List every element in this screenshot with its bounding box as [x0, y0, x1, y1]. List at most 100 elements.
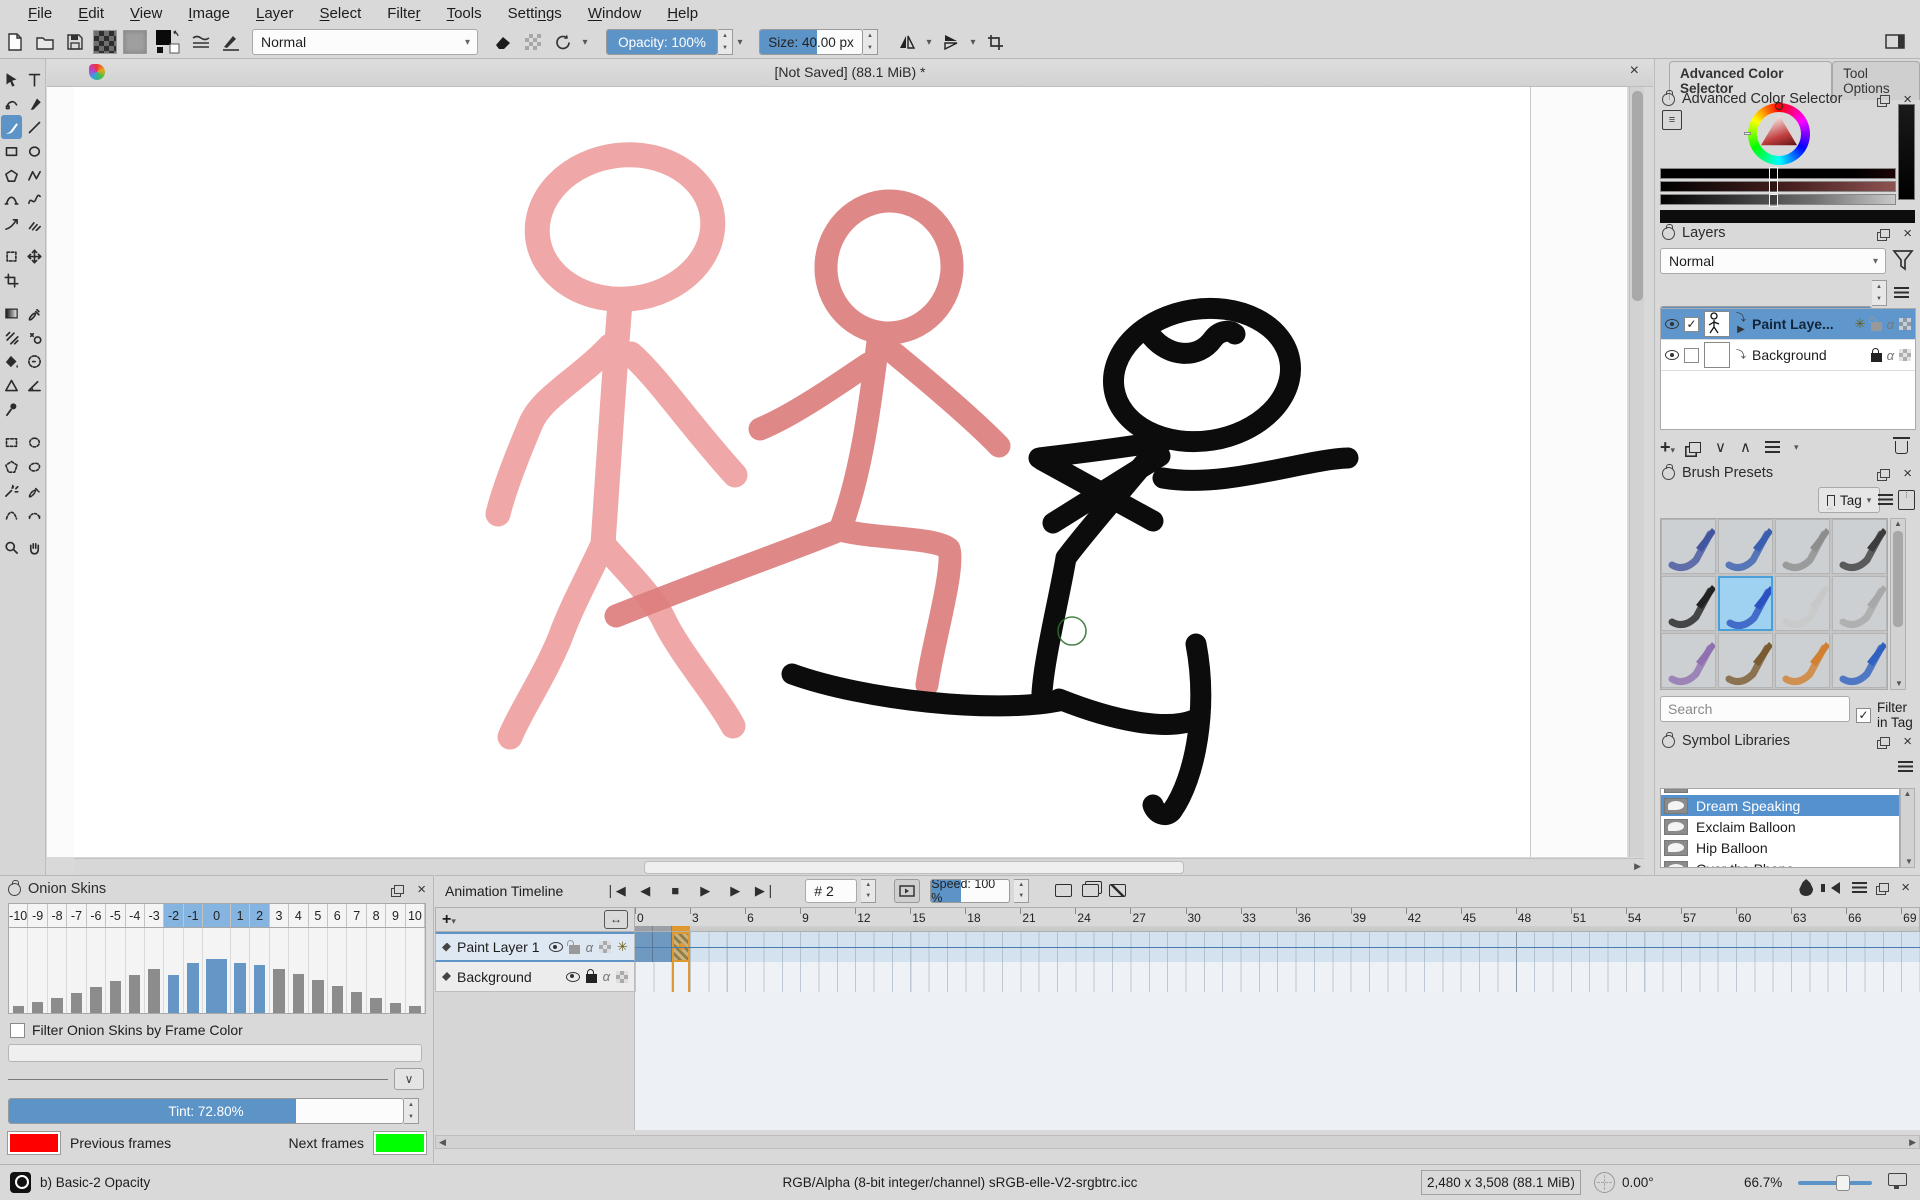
brush-preset-thumbnail[interactable]	[1832, 576, 1887, 631]
close-docker-icon[interactable]: ×	[1903, 734, 1912, 749]
size-spinner[interactable]: ▲▼	[863, 29, 878, 55]
inherit-alpha-icon[interactable]	[1899, 318, 1911, 330]
brush-preset-thumbnail[interactable]	[1775, 576, 1830, 631]
layer-blend-mode-dropdown[interactable]: Normal▾	[1660, 248, 1886, 274]
preserve-alpha-button[interactable]	[518, 29, 548, 55]
inherit-alpha-icon[interactable]	[1899, 349, 1911, 361]
onion-number--9[interactable]: -9	[28, 904, 47, 927]
blending-mode-dropdown[interactable]: Normal▾	[252, 29, 478, 55]
zoom-slider-knob[interactable]	[1836, 1175, 1850, 1191]
onion-bar--4[interactable]	[126, 928, 145, 1013]
move-layer-up-button[interactable]: ∧	[1740, 438, 1751, 456]
onion-bar--6[interactable]	[87, 928, 106, 1013]
first-frame-button[interactable]: ❘◀	[603, 883, 627, 899]
previous-frames-color-swatch[interactable]	[8, 1132, 60, 1154]
size-slider[interactable]: Size: 40.00 px	[759, 29, 863, 55]
brush-preset-thumbnail[interactable]	[1718, 519, 1773, 574]
onion-bar-3[interactable]	[270, 928, 289, 1013]
symbol-item[interactable]: Dream Speaking	[1661, 795, 1899, 816]
onion-bar--3[interactable]	[145, 928, 164, 1013]
new-document-button[interactable]	[0, 29, 30, 55]
tool-polyline[interactable]	[24, 163, 45, 187]
save-button[interactable]	[60, 29, 90, 55]
color-selector-settings-icon[interactable]: ≡	[1662, 110, 1682, 130]
workspace-chooser-button[interactable]	[1880, 29, 1910, 55]
brush-preset-thumbnail[interactable]	[1661, 576, 1716, 631]
layer-name[interactable]: Background	[1752, 347, 1866, 363]
opacity-slider[interactable]: Opacity: 100%	[606, 29, 718, 55]
float-docker-icon[interactable]	[1880, 737, 1890, 746]
tool-polygon[interactable]	[1, 163, 22, 187]
tool-freehand-path[interactable]	[24, 187, 45, 211]
symbol-item[interactable]: Exclaim Balloon	[1661, 816, 1899, 837]
tool-enclose-fill[interactable]	[24, 349, 45, 373]
tag-button[interactable]: Tag ▾	[1818, 487, 1880, 513]
tint-spinner[interactable]: ▲▼	[404, 1098, 419, 1124]
brush-preset-thumbnail[interactable]	[1775, 519, 1830, 574]
filter-onion-checkbox[interactable]	[10, 1023, 25, 1038]
color-slider-3[interactable]	[1660, 194, 1896, 205]
onion-bar--10[interactable]	[9, 928, 28, 1013]
layer-options-menu-icon[interactable]	[1894, 287, 1909, 298]
unlock-icon[interactable]	[1871, 322, 1882, 331]
menu-select[interactable]: Select	[308, 2, 374, 25]
brush-option-slider-icon[interactable]	[186, 29, 216, 55]
onion-bar-10[interactable]	[406, 928, 425, 1013]
timeline-horizontal-scrollbar[interactable]: ◀▶	[435, 1135, 1920, 1149]
tint-slider[interactable]: Tint: 72.80%	[8, 1098, 404, 1124]
tool-bezier-curve[interactable]	[1, 187, 22, 211]
onion-bar-0[interactable]	[203, 928, 231, 1013]
float-docker-icon[interactable]	[1880, 229, 1890, 238]
preset-detail-icon[interactable]: ⋮	[1898, 490, 1915, 510]
layer-thumbnail[interactable]	[1704, 311, 1730, 337]
onion-number--5[interactable]: -5	[106, 904, 125, 927]
close-docker-icon[interactable]: ×	[1903, 466, 1912, 481]
playback-options-button[interactable]	[894, 879, 920, 903]
canvas-horizontal-scrollbar[interactable]: ▶	[74, 858, 1644, 875]
rotation-dial-icon[interactable]	[1594, 1172, 1615, 1193]
layer-checkbox[interactable]: ✓	[1684, 317, 1699, 332]
tool-move[interactable]	[24, 244, 45, 268]
tool-fill[interactable]	[1, 349, 22, 373]
value-bar[interactable]	[1898, 104, 1915, 200]
brush-preset-thumbnail[interactable]	[1661, 519, 1716, 574]
onion-number--10[interactable]: -10	[9, 904, 28, 927]
timeline-frames-row[interactable]	[635, 962, 1920, 992]
brush-preset-scrollbar[interactable]: ▲▼	[1890, 518, 1906, 690]
layer-visibility-icon[interactable]	[1665, 319, 1679, 329]
onion-bar--2[interactable]	[164, 928, 183, 1013]
speed-slider[interactable]: Speed: 100 %	[930, 879, 1010, 903]
float-docker-icon[interactable]	[1879, 883, 1889, 892]
layer-row[interactable]: ⤵Backgroundα	[1661, 340, 1915, 371]
tool-color-sampler[interactable]	[24, 301, 45, 325]
tool-measure[interactable]	[24, 373, 45, 397]
tool-similar-select[interactable]	[1, 478, 22, 502]
speed-spinner[interactable]: ▲▼	[1014, 879, 1029, 903]
onion-number-2[interactable]: 2	[250, 904, 269, 927]
layer-name[interactable]: Paint Laye...	[1752, 316, 1850, 332]
onion-number-1[interactable]: 1	[231, 904, 250, 927]
symbol-scrollbar[interactable]: ▲▼	[1900, 788, 1915, 868]
document-close-icon[interactable]: ×	[1630, 62, 1639, 80]
layer-properties-button[interactable]	[1765, 441, 1780, 453]
opacity-dropdown-arrow[interactable]: ▾	[733, 37, 747, 48]
onion-bar-7[interactable]	[347, 928, 366, 1013]
brush-search-input[interactable]: Search	[1660, 696, 1850, 722]
onion-number-0[interactable]: 0	[203, 904, 231, 927]
layer-visibility-icon[interactable]	[549, 942, 563, 952]
edit-brush-settings-button[interactable]	[216, 29, 246, 55]
frame-color-filter-bar[interactable]	[8, 1044, 422, 1062]
tool-gradient[interactable]	[1, 301, 22, 325]
remove-frame-button[interactable]	[1109, 884, 1126, 897]
onion-bar-1[interactable]	[231, 928, 250, 1013]
onion-bar--7[interactable]	[67, 928, 86, 1013]
onion-number-9[interactable]: 9	[386, 904, 405, 927]
float-docker-icon[interactable]	[394, 885, 404, 894]
onion-number-10[interactable]: 10	[406, 904, 425, 927]
brush-preset-thumbnail[interactable]	[1661, 633, 1716, 688]
onion-bar-2[interactable]	[250, 928, 269, 1013]
onion-number--8[interactable]: -8	[48, 904, 67, 927]
onion-number--7[interactable]: -7	[67, 904, 86, 927]
filter-in-tag-control[interactable]: ✓ Filter in Tag	[1856, 700, 1920, 730]
next-frames-color-swatch[interactable]	[374, 1132, 426, 1154]
